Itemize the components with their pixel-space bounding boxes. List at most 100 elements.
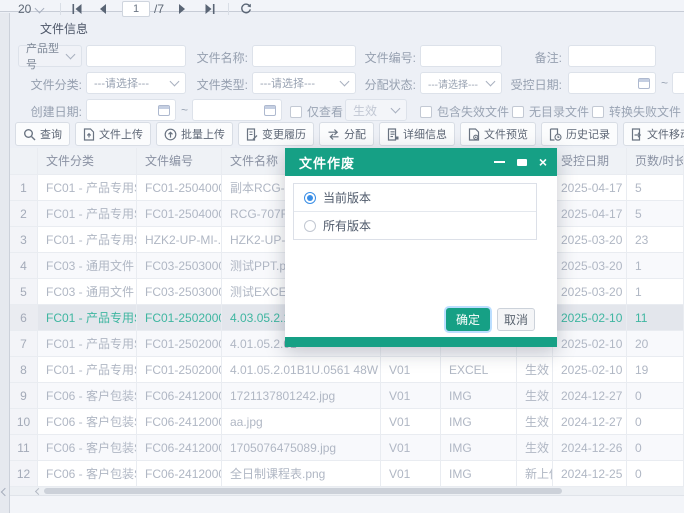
controlled-date-end-input[interactable] bbox=[672, 72, 684, 94]
confirm-button[interactable]: 确定 bbox=[446, 308, 490, 331]
file-no-input[interactable] bbox=[420, 45, 502, 67]
cell-pages: 23 bbox=[627, 227, 684, 253]
file-upload-button[interactable]: 文件上传 bbox=[75, 122, 151, 146]
include-invalid-checkbox[interactable]: 包含失效文件 bbox=[420, 103, 509, 120]
assign-status-value: ---请选择--- bbox=[428, 79, 478, 91]
created-date-end-input[interactable] bbox=[192, 99, 282, 121]
batch-upload-icon bbox=[164, 128, 177, 141]
all-versions-option[interactable]: 所有版本 bbox=[294, 211, 536, 239]
header-pages[interactable]: 页数/时长 bbox=[627, 148, 684, 175]
assign-button[interactable]: 分配 bbox=[319, 122, 374, 146]
cell-date: 2025-04-17 bbox=[553, 175, 627, 201]
refresh-icon bbox=[241, 3, 251, 14]
cell-date: 2024-12-27 bbox=[553, 409, 627, 435]
convert-failed-checkbox[interactable]: 转换失败文件 bbox=[592, 103, 681, 120]
horizontal-scrollbar-thumb[interactable] bbox=[44, 488, 562, 494]
close-icon[interactable]: × bbox=[539, 155, 547, 169]
current-version-option[interactable]: 当前版本 bbox=[294, 184, 536, 211]
cell-number: HZK2-UP-MI-... bbox=[137, 227, 222, 253]
cell-number: FC06-24120005 bbox=[137, 409, 222, 435]
calendar-icon[interactable] bbox=[638, 77, 650, 89]
history-record-button[interactable]: 历史记录 bbox=[541, 122, 618, 146]
cell-status: 生效 bbox=[517, 357, 553, 383]
table-row[interactable]: 12FC06 - 客户包装S...FC06-24120003全日制课程表.png… bbox=[10, 461, 684, 487]
calendar-icon[interactable] bbox=[264, 104, 276, 116]
header-controlled-date[interactable]: 受控日期 bbox=[553, 148, 627, 175]
cell-pages: 0 bbox=[627, 409, 684, 435]
table-row[interactable]: 11FC06 - 客户包装S...FC06-241200041705076475… bbox=[10, 435, 684, 461]
header-category[interactable]: 文件分类 bbox=[38, 148, 137, 175]
assign-status-select[interactable]: ---请选择--- bbox=[420, 72, 502, 94]
tab-file-info[interactable]: 文件信息 bbox=[40, 20, 88, 37]
sidebar-collapsed[interactable] bbox=[0, 13, 10, 513]
cell-pages: 20 bbox=[627, 331, 684, 357]
maximize-icon[interactable] bbox=[516, 158, 527, 166]
product-model-input[interactable] bbox=[86, 45, 186, 67]
last-page-button[interactable] bbox=[204, 0, 215, 18]
dialog-titlebar[interactable]: 文件作废 × bbox=[285, 148, 557, 176]
query-button[interactable]: 查询 bbox=[15, 122, 70, 146]
cell-category: FC01 - 产品专用S... bbox=[38, 357, 137, 383]
cell-number: FC03-25030002 bbox=[137, 253, 222, 279]
calendar-icon[interactable] bbox=[158, 104, 170, 116]
dialog-footer-bar bbox=[285, 337, 557, 347]
effective-status-value: 生效 bbox=[353, 103, 378, 118]
chevron-down-icon bbox=[169, 76, 180, 86]
file-preview-button-label: 文件预览 bbox=[484, 129, 528, 141]
refresh-button[interactable] bbox=[240, 0, 252, 18]
row-index: 12 bbox=[10, 461, 38, 487]
cell-type: IMG bbox=[441, 435, 517, 461]
cell-date: 2025-04-17 bbox=[553, 201, 627, 227]
checkbox-icon[interactable] bbox=[512, 105, 524, 118]
chevron-down-icon bbox=[339, 76, 350, 86]
table-row[interactable]: 9FC06 - 客户包装S...FC06-2412000617211378012… bbox=[10, 383, 684, 409]
history-icon bbox=[549, 127, 562, 141]
cancel-button[interactable]: 取消 bbox=[497, 308, 535, 331]
search-icon bbox=[23, 128, 36, 141]
prev-page-button[interactable] bbox=[99, 0, 107, 18]
cell-number: FC01-25040001 bbox=[137, 201, 222, 227]
view-only-checkbox[interactable]: 仅查看 bbox=[290, 103, 343, 120]
all-versions-label: 所有版本 bbox=[323, 219, 372, 233]
cell-status: 生效 bbox=[517, 435, 553, 461]
remark-input[interactable] bbox=[568, 45, 656, 67]
cell-name: 4.01.05.2.01B1U.0561 48W SP... bbox=[222, 357, 381, 383]
cell-date: 2024-12-25 bbox=[553, 461, 627, 487]
detail-info-button[interactable]: 详细信息 bbox=[379, 122, 455, 146]
pager-divider bbox=[60, 3, 61, 15]
file-name-input[interactable] bbox=[252, 45, 356, 67]
file-preview-button[interactable]: 文件预览 bbox=[460, 122, 536, 146]
change-history-button[interactable]: 变更履历 bbox=[238, 122, 314, 146]
batch-upload-button[interactable]: 批量上传 bbox=[156, 122, 233, 146]
cell-category: FC01 - 产品专用S... bbox=[38, 175, 137, 201]
next-page-button[interactable] bbox=[178, 0, 186, 18]
checkbox-icon[interactable] bbox=[290, 105, 302, 118]
minimize-icon[interactable] bbox=[493, 161, 505, 163]
view-only-label: 仅查看 bbox=[307, 105, 344, 119]
radio-unselected-icon[interactable] bbox=[304, 219, 316, 232]
cell-number: FC01-25020001 bbox=[137, 357, 222, 383]
cell-category: FC01 - 产品专用S... bbox=[38, 227, 137, 253]
controlled-date-start-input[interactable] bbox=[568, 72, 656, 94]
page-size-select[interactable]: 20 bbox=[18, 0, 45, 18]
page-input[interactable] bbox=[122, 1, 150, 17]
file-type-select[interactable]: ---请选择--- bbox=[252, 72, 356, 94]
radio-selected-icon[interactable] bbox=[304, 191, 316, 204]
product-model-combo[interactable]: 产品型号 bbox=[18, 43, 82, 71]
checkbox-icon[interactable] bbox=[592, 105, 604, 118]
cell-type: IMG bbox=[441, 461, 517, 487]
first-page-icon bbox=[72, 4, 82, 14]
no-catalog-checkbox[interactable]: 无目录文件 bbox=[512, 103, 589, 120]
file-move-button[interactable]: 文件移动 bbox=[623, 122, 684, 146]
cell-pages: 5 bbox=[627, 201, 684, 227]
table-row[interactable]: 10FC06 - 客户包装S...FC06-24120005aa.jpgV01I… bbox=[10, 409, 684, 435]
created-date-start-input[interactable] bbox=[86, 99, 176, 121]
version-option-group: 当前版本 所有版本 bbox=[293, 183, 537, 240]
file-category-select[interactable]: ---请选择--- bbox=[86, 72, 186, 94]
assign-button-label: 分配 bbox=[344, 129, 366, 141]
table-row[interactable]: 8FC01 - 产品专用S...FC01-250200014.01.05.2.0… bbox=[10, 357, 684, 383]
first-page-button[interactable] bbox=[72, 0, 83, 18]
header-number[interactable]: 文件编号 bbox=[137, 148, 222, 175]
effective-status-select[interactable]: 生效 bbox=[345, 99, 407, 121]
checkbox-icon[interactable] bbox=[420, 105, 432, 118]
